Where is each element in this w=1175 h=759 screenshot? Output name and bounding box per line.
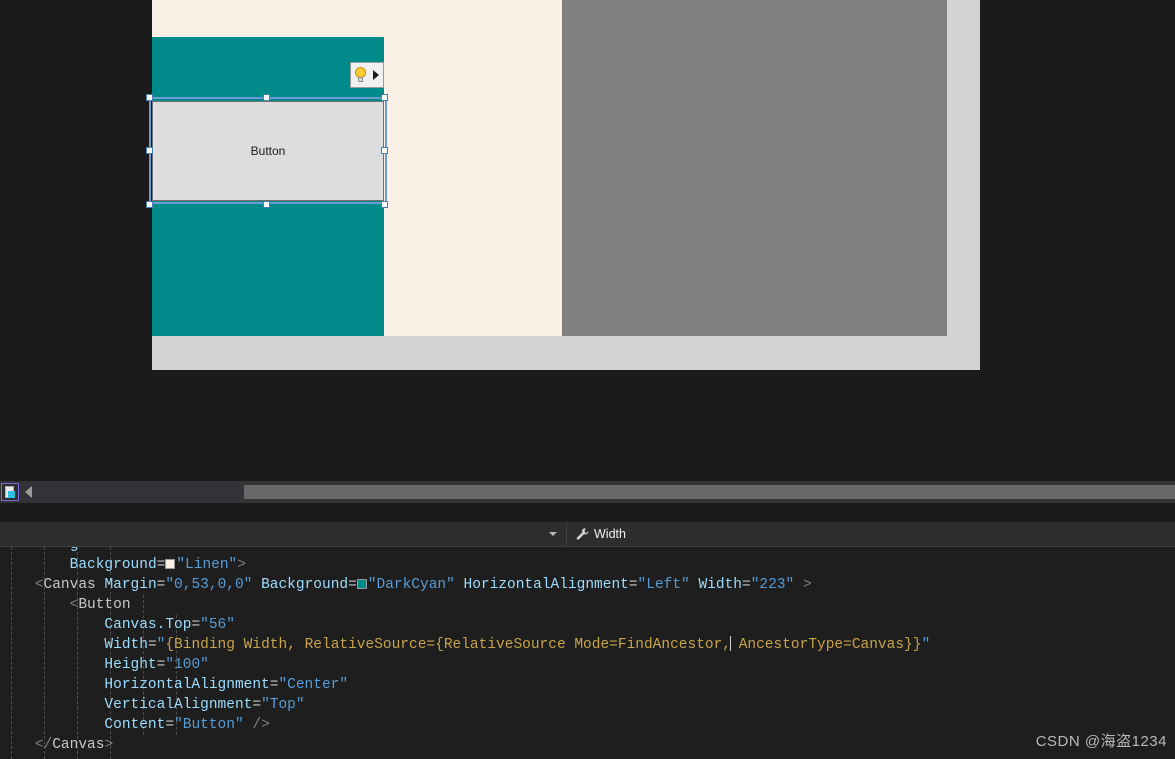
- design-grey-panel[interactable]: [562, 0, 947, 336]
- selection-handle-top-center[interactable]: [263, 94, 270, 101]
- color-swatch: [165, 559, 176, 569]
- line-val[interactable]: VerticalAlignment="Top": [0, 695, 1175, 715]
- horizontal-scroll-thumb[interactable]: [244, 485, 1175, 499]
- navbar-property-label: Width: [594, 527, 626, 541]
- triangle-right-icon[interactable]: [373, 70, 379, 80]
- wrench-icon: [575, 527, 589, 541]
- line-button-open[interactable]: <Button: [0, 595, 1175, 615]
- watermark-text: CSDN @海盗1234: [1035, 733, 1167, 750]
- selection-handle-bottom-center[interactable]: [263, 201, 270, 208]
- editor-navigation-bar: Width: [0, 521, 1175, 547]
- selection-handle-middle-left[interactable]: [146, 147, 153, 154]
- line-content[interactable]: Content="Button" />: [0, 715, 1175, 735]
- code-lines-container[interactable]: g " Background="Linen"> <Canvas Margin="…: [0, 547, 1175, 755]
- sync-with-code-icon[interactable]: [1, 483, 19, 501]
- selection-handle-top-left[interactable]: [146, 94, 153, 101]
- line-canvas-close[interactable]: </Canvas>: [0, 735, 1175, 755]
- line-hal[interactable]: HorizontalAlignment="Center": [0, 675, 1175, 695]
- line-canvas-top[interactable]: Canvas.Top="56": [0, 615, 1175, 635]
- designer-editor-splitter[interactable]: [0, 503, 1175, 522]
- line-height[interactable]: Height="100": [0, 655, 1175, 675]
- designer-horizontal-scrollbar-strip[interactable]: [0, 481, 1175, 503]
- color-swatch: [356, 579, 367, 589]
- navbar-property-dropdown[interactable]: Width: [567, 522, 1175, 547]
- navbar-member-dropdown[interactable]: [0, 522, 566, 547]
- horizontal-scroll-track[interactable]: [39, 485, 1175, 499]
- line-width-binding[interactable]: Width="{Binding Width, RelativeSource={R…: [0, 635, 1175, 655]
- line-background-linen[interactable]: Background= "Linen">: [0, 555, 1175, 575]
- selection-handle-middle-right[interactable]: [381, 147, 388, 154]
- chevron-left-icon[interactable]: [25, 486, 32, 498]
- selection-handle-top-right[interactable]: [381, 94, 388, 101]
- selection-handle-bottom-left[interactable]: [146, 201, 153, 208]
- line-canvas-open[interactable]: <Canvas Margin="0,53,0,0" Background= "Da…: [0, 575, 1175, 595]
- design-button-control[interactable]: Button: [152, 101, 384, 201]
- xaml-designer-pane[interactable]: Button: [0, 0, 1175, 478]
- chevron-down-icon[interactable]: [549, 532, 557, 536]
- xaml-code-editor[interactable]: g " Background="Linen"> <Canvas Margin="…: [0, 547, 1175, 759]
- line-partial-top[interactable]: g ": [0, 547, 1175, 555]
- lightbulb-icon: [354, 67, 367, 83]
- smart-tag-panel[interactable]: [350, 62, 384, 88]
- selection-handle-bottom-right[interactable]: [381, 201, 388, 208]
